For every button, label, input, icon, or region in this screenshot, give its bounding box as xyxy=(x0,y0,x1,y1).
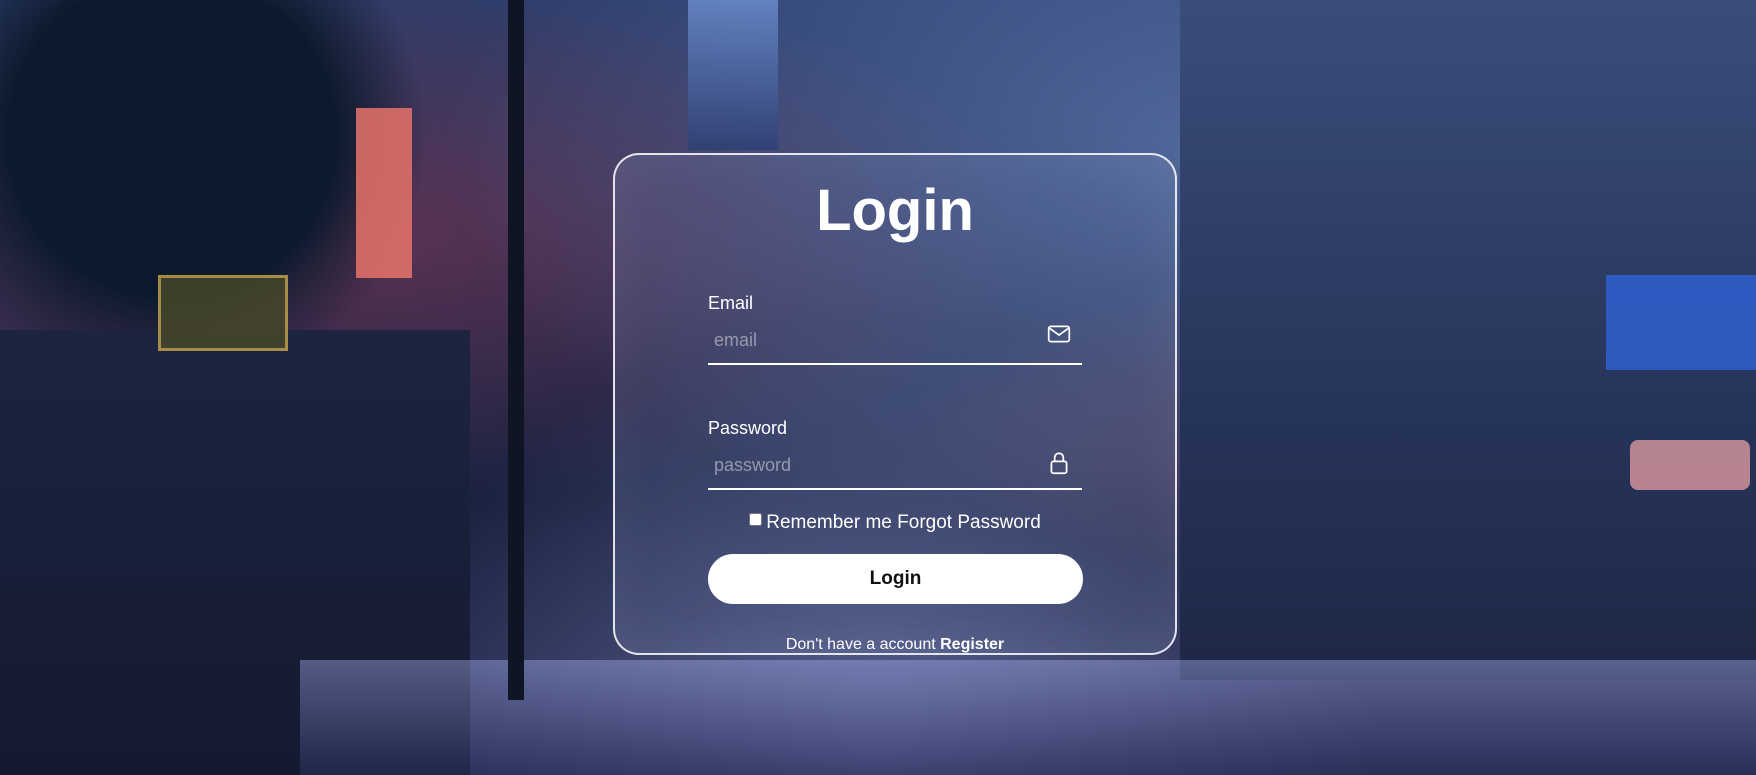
email-label: Email xyxy=(708,293,754,313)
password-field-group: Password xyxy=(708,418,1082,490)
password-input[interactable] xyxy=(708,448,1036,482)
register-link[interactable]: Register xyxy=(940,636,1004,653)
lock-icon xyxy=(1050,452,1068,475)
remember-me-label[interactable]: Remember me xyxy=(749,512,897,533)
email-field-group: Email xyxy=(708,293,1082,365)
login-card: Login Email Password Remember me Forgot … xyxy=(613,153,1177,655)
red-sign xyxy=(356,108,412,278)
power-pole xyxy=(508,0,524,700)
login-button[interactable]: Login xyxy=(708,554,1083,604)
envelope-icon xyxy=(1047,325,1071,343)
register-row: Don't have a account Register xyxy=(615,636,1175,654)
email-input[interactable] xyxy=(708,323,1036,357)
center-tower xyxy=(688,0,778,150)
password-label: Password xyxy=(708,418,788,438)
forgot-password-link[interactable]: Forgot Password xyxy=(897,512,1041,533)
lanterns xyxy=(1630,440,1750,490)
yellow-sign xyxy=(158,275,288,351)
remember-me-text: Remember me xyxy=(766,512,892,533)
blue-sign xyxy=(1606,275,1756,370)
remember-forgot-row: Remember me Forgot Password xyxy=(615,512,1175,534)
register-prompt: Don't have a account xyxy=(785,636,936,653)
login-title: Login xyxy=(816,178,974,243)
remember-me-checkbox[interactable] xyxy=(749,513,763,526)
